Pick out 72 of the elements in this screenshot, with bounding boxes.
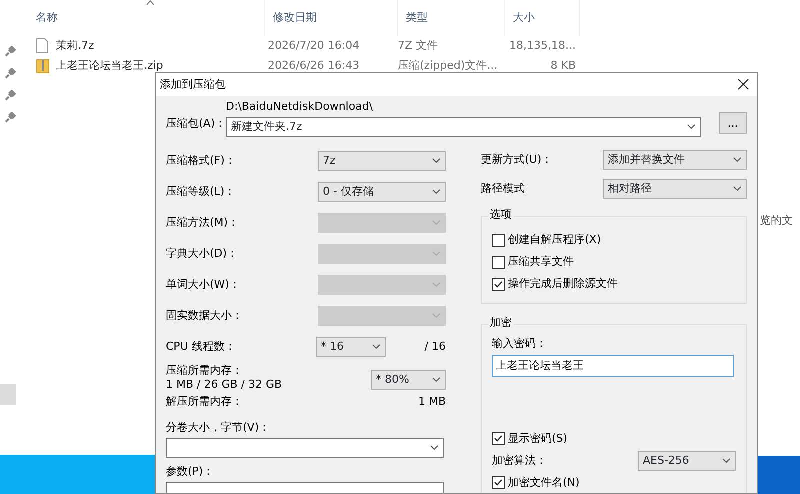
dropdown[interactable]: AES-256: [638, 450, 736, 471]
field-label: 路径模式: [481, 182, 525, 196]
field-label: 输入密码：: [492, 337, 548, 351]
field-label: 加密算法：: [492, 454, 547, 468]
dropdown[interactable]: 相对路径: [603, 178, 747, 198]
column-header[interactable]: 类型: [398, 0, 505, 36]
field-label: 压缩等级(L)：: [166, 184, 236, 198]
checkbox-label[interactable]: 显示密码(S): [508, 432, 568, 446]
chevron-icon: [432, 250, 441, 256]
chevron-icon: [733, 156, 742, 162]
chevron-icon: [432, 220, 441, 226]
dropdown[interactable]: * 16: [316, 336, 386, 356]
field-label: 压缩格式(F)：: [166, 154, 236, 168]
field-label: CPU 线程数：: [166, 340, 237, 354]
checkbox-label[interactable]: 创建自解压程序(X): [508, 233, 602, 247]
pin-icon: [4, 46, 16, 58]
taskbar-segment: [758, 456, 800, 494]
field-label: 压缩包(A)：: [166, 117, 226, 132]
chevron-icon: [372, 344, 381, 350]
value-text: 1 MB / 26 GB / 32 GB: [166, 378, 282, 392]
volume-combo[interactable]: [166, 438, 444, 458]
checkbox[interactable]: [492, 256, 505, 268]
dropdown[interactable]: 0 - 仅存储: [318, 182, 446, 202]
window-title: 添加到压缩包: [160, 78, 226, 92]
pin-icon: [4, 112, 16, 124]
browse-button[interactable]: ...: [719, 112, 747, 134]
field-label: 字典大小(D)：: [166, 246, 238, 260]
chevron-icon: [432, 376, 441, 382]
value-text: 1 MB: [418, 395, 446, 409]
file-row[interactable]: 茉莉.7z 2026/7/20 16:04 7Z 文件 18,135,18...: [0, 36, 800, 56]
chevron-icon: [733, 186, 742, 192]
checkbox-label[interactable]: 加密文件名(N): [508, 476, 580, 490]
zip-folder-icon: [36, 58, 52, 74]
field-label: 压缩所需内存：: [166, 364, 244, 378]
column-header[interactable]: 名称: [28, 0, 265, 36]
chevron-icon: [432, 282, 441, 288]
field-label: 压缩方法(M)：: [166, 216, 240, 230]
pin-icon: [4, 90, 16, 102]
checkbox[interactable]: [492, 476, 505, 490]
field-label: 固实数据大小：: [166, 308, 243, 322]
pin-icon: [4, 68, 16, 80]
checkbox[interactable]: [492, 234, 505, 246]
checkbox-label[interactable]: 压缩共享文件: [508, 255, 574, 269]
side-text: 览的文: [760, 214, 793, 228]
close-icon[interactable]: [738, 79, 749, 90]
dropdown[interactable]: * 80%: [371, 370, 446, 390]
dropdown[interactable]: 7z: [318, 150, 446, 170]
checkbox[interactable]: [492, 432, 505, 446]
chevron-icon: [432, 312, 441, 318]
checkbox-label[interactable]: 操作完成后删除源文件: [508, 277, 618, 291]
checkbox[interactable]: [492, 278, 505, 290]
dropdown[interactable]: 添加并替换文件: [603, 150, 747, 170]
path-text: D:\BaiduNetdiskDownload\: [226, 100, 374, 114]
chevron-icon: [722, 458, 731, 464]
scroll-block: [0, 384, 16, 405]
chevron-icon: [432, 158, 441, 164]
chevron-icon: [432, 188, 441, 194]
field-label: 分卷大小，字节(V)：: [166, 421, 272, 435]
password-field[interactable]: 上老王论坛当老王: [492, 354, 734, 377]
archive-combo[interactable]: 新建文件夹.7z: [226, 116, 701, 137]
field-label: 单词大小(W)：: [166, 278, 240, 292]
field-label: 解压所需内存：: [166, 395, 243, 409]
file-row[interactable]: 上老王论坛当老王.zip 2026/6/26 16:43 压缩(zipped)文件... 8 KB: [0, 56, 800, 76]
column-header[interactable]: 大小: [505, 0, 580, 36]
field-label: 参数(P)：: [166, 464, 216, 478]
column-header[interactable]: 修改日期: [265, 0, 398, 36]
chevron-icon: [687, 124, 696, 130]
group-title: 加密: [488, 316, 514, 330]
value-text: / 16: [424, 340, 446, 354]
group-title: 选项: [488, 208, 514, 222]
chevron-icon: [430, 444, 439, 451]
field-label: 更新方式(U)：: [481, 152, 553, 166]
